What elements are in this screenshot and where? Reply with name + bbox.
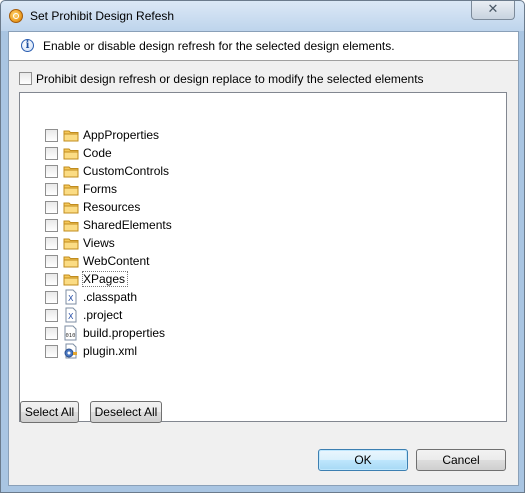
- item-label: .classpath: [83, 290, 138, 304]
- item-label: SharedElements: [83, 218, 172, 232]
- item-checkbox[interactable]: [45, 291, 58, 304]
- item-checkbox[interactable]: [45, 309, 58, 322]
- item-checkbox[interactable]: [45, 147, 58, 160]
- item-label: plugin.xml: [83, 344, 138, 358]
- svg-text:X: X: [68, 312, 74, 321]
- properties-file-icon: 010: [64, 325, 77, 341]
- dialog-body: i Enable or disable design refresh for t…: [8, 31, 519, 486]
- folder-icon: [63, 274, 79, 286]
- close-button[interactable]: ✕: [471, 1, 515, 20]
- xml-file-icon: X: [65, 289, 77, 305]
- folder-icon: [63, 238, 79, 250]
- close-icon: ✕: [487, 2, 499, 17]
- item-label: .project: [83, 308, 123, 322]
- svg-text:010: 010: [66, 333, 76, 339]
- prohibit-label: Prohibit design refresh or design replac…: [36, 72, 424, 86]
- item-label: Code: [83, 146, 112, 160]
- dialog-window: Set Prohibit Design Refesh ✕ i Enable or…: [0, 0, 525, 493]
- item-label: Forms: [83, 182, 117, 196]
- folder-icon: [63, 256, 79, 268]
- item-label: AppProperties: [83, 128, 160, 142]
- select-all-button[interactable]: Select All: [20, 401, 79, 423]
- svg-text:X: X: [68, 294, 74, 303]
- app-icon: [9, 9, 23, 23]
- item-label: XPages: [82, 271, 129, 287]
- item-checkbox[interactable]: [45, 237, 58, 250]
- item-checkbox[interactable]: [45, 165, 58, 178]
- window-title: Set Prohibit Design Refesh: [30, 9, 175, 23]
- item-label: WebContent: [83, 254, 150, 268]
- item-checkbox[interactable]: [45, 129, 58, 142]
- prohibit-checkbox[interactable]: [19, 72, 32, 86]
- message-banner: i Enable or disable design refresh for t…: [9, 32, 518, 61]
- item-label: Resources: [83, 200, 141, 214]
- folder-icon: [63, 166, 79, 178]
- folder-icon: [63, 130, 79, 142]
- item-checkbox[interactable]: [45, 183, 58, 196]
- folder-icon: [63, 220, 79, 232]
- item-checkbox[interactable]: [45, 201, 58, 214]
- xml-file-icon: X: [65, 307, 77, 323]
- design-elements-tree[interactable]: AppProperties Code CustomControls Forms: [19, 92, 507, 422]
- folder-icon: [63, 184, 79, 196]
- ok-button[interactable]: OK: [318, 449, 408, 471]
- item-label: Views: [83, 236, 115, 250]
- banner-message: Enable or disable design refresh for the…: [43, 39, 395, 53]
- prohibit-option[interactable]: Prohibit design refresh or design replac…: [19, 72, 424, 86]
- info-icon: i: [21, 39, 34, 52]
- item-checkbox[interactable]: [45, 255, 58, 268]
- deselect-all-button[interactable]: Deselect All: [90, 401, 162, 423]
- plugin-file-icon: [64, 343, 77, 359]
- item-checkbox[interactable]: [45, 219, 58, 232]
- cancel-button[interactable]: Cancel: [416, 449, 506, 471]
- title-bar[interactable]: Set Prohibit Design Refesh ✕: [1, 1, 524, 31]
- folder-icon: [63, 202, 79, 214]
- item-label: build.properties: [83, 326, 166, 340]
- item-checkbox[interactable]: [45, 273, 58, 286]
- item-checkbox[interactable]: [45, 327, 58, 340]
- item-checkbox[interactable]: [45, 345, 58, 358]
- folder-icon: [63, 148, 79, 160]
- item-label: CustomControls: [83, 164, 170, 178]
